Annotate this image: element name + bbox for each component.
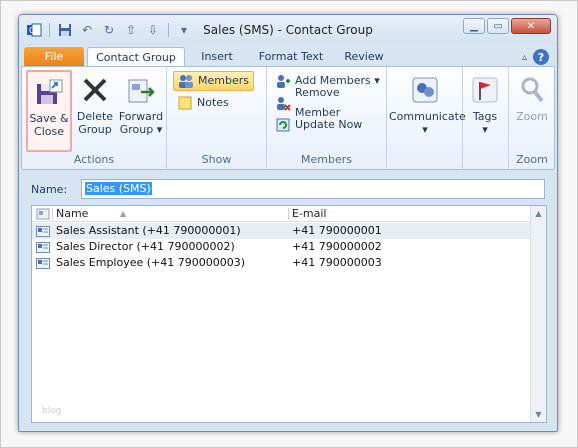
column-header-email[interactable]: E-mail (292, 206, 327, 222)
tab-file[interactable]: File (24, 47, 84, 67)
members-list[interactable]: Name ▲ E-mail Sales Assistant (+41 79000… (31, 205, 547, 423)
header-icon-column[interactable] (36, 206, 50, 222)
group-zoom: Zoom Zoom (509, 67, 555, 169)
group-show: Members Notes Show (167, 67, 267, 169)
group-members: Add Members ▾ Remove Member Update Now M… (267, 67, 387, 169)
scroll-down-arrow-icon[interactable]: ▼ (531, 407, 546, 422)
list-item[interactable]: Sales Assistant (+41 790000001) +41 7900… (32, 223, 532, 239)
zoom-group-label: Zoom (516, 153, 548, 166)
contact-email: +41 790000001 (292, 224, 382, 237)
save-close-icon (33, 76, 65, 108)
show-group-label: Show (201, 153, 232, 166)
name-field[interactable]: Sales (SMS) (81, 179, 545, 199)
communicate-button[interactable]: Communicate ▾ (389, 70, 466, 152)
zoom-magnifier-icon (516, 74, 548, 106)
update-now-button[interactable]: Update Now (271, 115, 366, 135)
list-item[interactable]: Sales Employee (+41 790000003) +41 79000… (32, 255, 532, 271)
ribbon: Save & Close Delete Group Forward Group … (21, 66, 555, 170)
group-actions: Save & Close Delete Group Forward Group … (22, 67, 167, 169)
update-now-icon (275, 117, 291, 133)
header-separator (52, 208, 53, 220)
delete-group-button[interactable]: Delete Group (72, 70, 118, 152)
forward-group-label-line2: Group ▾ (119, 123, 163, 136)
contact-group-window: O ↶ ↻ ⇧ ⇩ ▾ Sales (SMS) - Contact Group … (18, 14, 558, 432)
contact-card-icon (36, 226, 50, 237)
tags-flag-icon (469, 74, 501, 106)
tab-contact-group[interactable]: Contact Group (87, 47, 185, 67)
contact-card-icon (36, 242, 50, 253)
zoom-button-label: Zoom (516, 110, 548, 123)
tab-review[interactable]: Review (337, 47, 391, 67)
group-communicate: Communicate ▾ (387, 67, 466, 169)
remove-member-icon (275, 95, 291, 111)
tab-right-icons: ▵ ? (522, 49, 549, 65)
forward-group-button[interactable]: Forward Group ▾ (118, 70, 164, 152)
tags-button[interactable]: Tags ▾ (463, 70, 507, 152)
tags-label: Tags (472, 110, 498, 123)
minimize-button[interactable]: ▁ (463, 18, 485, 34)
contact-name: Sales Director (+41 790000002) (56, 240, 235, 253)
tab-format-text[interactable]: Format Text (251, 47, 331, 67)
group-tags: Tags ▾ (463, 67, 509, 169)
communicate-label: Communicate (389, 110, 466, 123)
add-members-icon (275, 73, 291, 89)
notes-view-label: Notes (197, 96, 229, 109)
name-field-value: Sales (SMS) (85, 182, 152, 195)
vertical-scrollbar[interactable]: ▲ ▼ (530, 206, 546, 422)
close-button[interactable]: ✕ (511, 18, 551, 34)
header-separator (288, 208, 289, 220)
contact-card-icon (36, 258, 50, 269)
list-item[interactable]: Sales Director (+41 790000002) +41 79000… (32, 239, 532, 255)
maximize-button[interactable]: ▭ (487, 18, 509, 34)
scroll-up-arrow-icon[interactable]: ▲ (531, 206, 546, 221)
delete-group-label-line1: Delete (76, 110, 114, 123)
zoom-button[interactable]: Zoom (509, 70, 555, 152)
update-now-label: Update Now (295, 118, 363, 131)
name-label: Name: (31, 182, 68, 196)
title-bar: O ↶ ↻ ⇧ ⇩ ▾ Sales (SMS) - Contact Group … (19, 15, 557, 45)
forward-group-label-line1: Forward (118, 110, 164, 123)
delete-icon (79, 74, 111, 106)
forward-group-icon (125, 74, 157, 106)
contact-name: Sales Employee (+41 790000003) (56, 256, 246, 269)
tags-caret: ▾ (482, 123, 488, 136)
name-row: Name: Sales (SMS) (31, 179, 545, 199)
communicate-caret: ▾ (422, 123, 428, 136)
members-group-label: Members (301, 153, 352, 166)
list-header: Name ▲ E-mail (32, 206, 532, 222)
members-icon (178, 73, 194, 89)
minimize-ribbon-icon[interactable]: ▵ (522, 52, 527, 63)
notes-icon (177, 95, 193, 111)
save-close-label-line1: Save & (29, 112, 69, 125)
actions-group-label: Actions (73, 153, 115, 166)
contact-email: +41 790000003 (292, 256, 382, 269)
members-view-button[interactable]: Members (173, 71, 254, 91)
watermark-text: blog (42, 406, 62, 416)
window-controls: ▁ ▭ ✕ (463, 18, 551, 34)
delete-group-label-line2: Group (78, 123, 112, 136)
notes-view-button[interactable]: Notes (173, 93, 233, 113)
ribbon-tabs: File Contact Group Insert Format Text Re… (19, 45, 557, 67)
contact-email: +41 790000002 (292, 240, 382, 253)
members-view-label: Members (198, 74, 249, 87)
help-icon[interactable]: ? (533, 49, 549, 65)
sort-ascending-icon: ▲ (120, 209, 127, 218)
communicate-icon (409, 74, 441, 106)
remove-member-button[interactable]: Remove Member (271, 86, 386, 119)
save-close-button[interactable]: Save & Close (26, 70, 72, 152)
tab-insert[interactable]: Insert (191, 47, 243, 67)
save-close-label-line2: Close (34, 125, 64, 138)
contact-name: Sales Assistant (+41 790000001) (56, 224, 241, 237)
column-header-name[interactable]: Name (56, 206, 88, 222)
